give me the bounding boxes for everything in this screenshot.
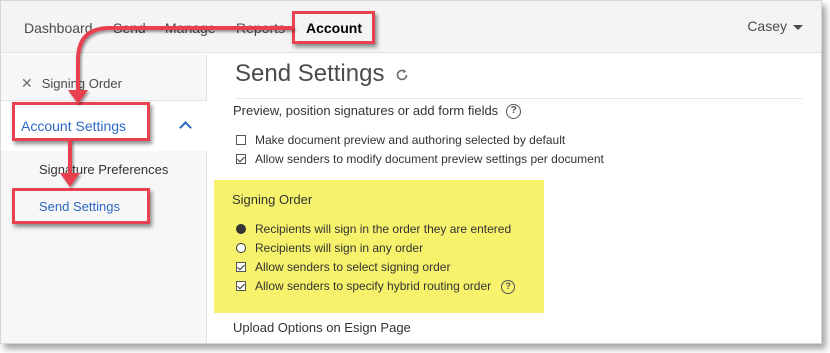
chevron-down-icon [793,24,803,30]
option-allow-modify-preview[interactable]: Allow senders to modify document preview… [236,151,604,167]
help-icon[interactable]: ? [506,104,522,120]
refresh-icon[interactable] [395,68,409,82]
callout-box-send-settings [12,188,150,224]
radio-sign-any-order[interactable]: Recipients will sign in any order [236,240,423,256]
checkbox-checked[interactable] [236,280,246,291]
checkbox-select-signing-order[interactable]: Allow senders to select signing order [236,259,450,275]
top-nav: Dashboard Send Manage Reports Account Ca… [1,1,821,53]
option-label: Make document preview and authoring sele… [255,133,566,147]
close-icon[interactable]: ✕ [21,75,33,91]
option-label: Recipients will sign in any order [255,241,424,255]
breadcrumb-label[interactable]: Signing Order [42,76,122,91]
radio-selected[interactable] [236,223,246,234]
breadcrumb: ✕ Signing Order [21,75,122,92]
nav-dashboard[interactable]: Dashboard [24,20,93,36]
nav-send[interactable]: Send [113,20,146,36]
checkbox-unchecked[interactable] [236,134,246,145]
title-divider [235,98,802,99]
option-label: Recipients will sign in the order they a… [255,222,512,236]
main-content: Send Settings Preview, position signatur… [208,54,821,343]
preview-section-heading: Preview, position signatures or add form… [233,103,522,120]
user-menu[interactable]: Casey [747,18,803,34]
page-title-text: Send Settings [235,60,385,87]
help-icon[interactable]: ? [501,279,516,294]
option-label: Allow senders to specify hybrid routing … [255,279,492,293]
option-label: Allow senders to select signing order [255,260,451,274]
option-make-preview-default[interactable]: Make document preview and authoring sele… [236,132,565,148]
checkbox-checked[interactable] [236,261,246,272]
nav-manage[interactable]: Manage [165,20,216,36]
radio-unselected[interactable] [236,242,246,253]
radio-sign-in-order[interactable]: Recipients will sign in the order they a… [236,221,511,237]
nav-reports[interactable]: Reports [236,20,285,36]
option-label: Allow senders to modify document preview… [255,152,604,166]
callout-box-account-settings [12,102,150,141]
page-title: Send Settings [235,60,409,88]
app-window: Dashboard Send Manage Reports Account Ca… [0,0,822,344]
checkbox-checked[interactable] [236,153,246,164]
signing-order-title: Signing Order [232,192,313,207]
sidebar-item-signature-preferences[interactable]: Signature Preferences [39,162,168,177]
signing-order-highlight: Signing Order Recipients will sign in th… [214,180,544,313]
checkbox-hybrid-routing[interactable]: Allow senders to specify hybrid routing … [236,278,516,294]
upload-options-heading: Upload Options on Esign Page [233,320,411,335]
user-name: Casey [747,18,787,34]
chevron-up-icon[interactable] [179,121,192,134]
callout-box-account [292,11,375,44]
preview-heading-text: Preview, position signatures or add form… [233,103,499,118]
